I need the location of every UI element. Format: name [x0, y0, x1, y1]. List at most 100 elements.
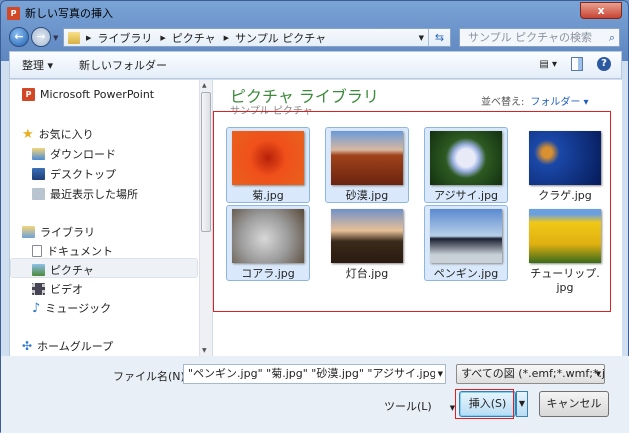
- nav-label: Microsoft PowerPoint: [40, 88, 155, 101]
- file-item[interactable]: 菊.jpg: [226, 127, 310, 203]
- back-button[interactable]: ←: [9, 27, 29, 47]
- scrollbar-thumb[interactable]: [201, 92, 211, 232]
- breadcrumb-libraries[interactable]: ライブラリ: [97, 30, 152, 46]
- forward-button[interactable]: →: [31, 27, 51, 47]
- desktop-icon: [32, 168, 45, 180]
- nav-item-videos[interactable]: ビデオ: [32, 281, 83, 297]
- nav-label: お気に入り: [38, 128, 94, 141]
- insert-picture-dialog: P 新しい写真の挿入 x ← → ▼ ▶ ライブラリ ▶ ピクチャ ▶ サンプル…: [0, 0, 629, 433]
- file-name: 砂漠.jpg: [345, 189, 389, 202]
- file-item[interactable]: クラゲ.jpg: [523, 127, 607, 203]
- file-name: アジサイ.jpg: [433, 189, 499, 202]
- chevron-down-icon: ▼: [595, 370, 601, 378]
- filename-input[interactable]: "ペンギン.jpg" "菊.jpg" "砂漠.jpg" "アジサイ.jpg" "…: [183, 364, 446, 384]
- close-button[interactable]: x: [580, 2, 622, 19]
- search-icon[interactable]: ⌕: [609, 29, 615, 46]
- sort-by: 並べ替え: フォルダー ▾: [481, 93, 589, 108]
- organize-button[interactable]: 整理 ▾: [22, 57, 53, 73]
- file-item[interactable]: 砂漠.jpg: [325, 127, 409, 203]
- cancel-button[interactable]: キャンセル: [539, 391, 609, 417]
- thumbnail-image: [232, 209, 304, 263]
- pictures-icon: [32, 264, 45, 276]
- breadcrumb-sample-pictures[interactable]: サンプル ピクチャ: [235, 30, 326, 46]
- breadcrumb-pictures[interactable]: ピクチャ: [172, 30, 216, 46]
- recent-pages-dropdown[interactable]: ▼: [53, 34, 58, 42]
- file-item[interactable]: 灯台.jpg: [325, 205, 409, 281]
- star-icon: ★: [22, 126, 34, 142]
- nav-item-powerpoint[interactable]: P Microsoft PowerPoint: [22, 88, 154, 101]
- nav-item-desktop[interactable]: デスクトップ: [32, 166, 116, 182]
- nav-item-downloads[interactable]: ダウンロード: [32, 146, 116, 162]
- highlight-annotation: [455, 389, 514, 419]
- thumbnail-image: [529, 131, 601, 185]
- preview-pane-icon[interactable]: [571, 57, 583, 71]
- chevron-right-icon[interactable]: ▶: [224, 34, 229, 42]
- folder-icon: [68, 31, 80, 44]
- file-name: コアラ.jpg: [241, 267, 295, 280]
- nav-label: ライブラリ: [40, 226, 95, 239]
- file-type-value: すべての図 (*.emf;*.wmf;*.j: [461, 367, 605, 380]
- tools-button[interactable]: ツール(L) ▼: [384, 398, 455, 414]
- file-name: ペンギン.jpg: [433, 267, 499, 280]
- tools-label: ツール(L): [384, 400, 432, 413]
- recent-places-icon: [32, 188, 45, 200]
- powerpoint-icon: P: [22, 88, 35, 101]
- thumbnail-image: [430, 209, 502, 263]
- file-item[interactable]: チューリップ.jpg: [523, 205, 607, 297]
- window-title: 新しい写真の挿入: [25, 7, 113, 20]
- view-options-icon[interactable]: ▤ ▾: [539, 59, 557, 70]
- downloads-icon: [32, 148, 45, 160]
- nav-item-pictures[interactable]: ピクチャ: [32, 262, 94, 278]
- search-input[interactable]: サンプル ピクチャの検索 ⌕: [459, 28, 620, 47]
- new-folder-button[interactable]: 新しいフォルダー: [79, 57, 167, 73]
- refresh-icon[interactable]: ⇆: [428, 29, 450, 46]
- sort-dropdown[interactable]: フォルダー ▾: [530, 97, 588, 108]
- nav-item-recent[interactable]: 最近表示した場所: [32, 186, 138, 202]
- thumbnail-image: [331, 131, 403, 185]
- file-name: クラゲ.jpg: [538, 189, 592, 202]
- thumbnail-image: [331, 209, 403, 263]
- file-name: チューリップ.jpg: [530, 267, 600, 294]
- nav-label: ピクチャ: [50, 264, 94, 277]
- nav-item-favorites[interactable]: ★ お気に入り: [22, 126, 94, 142]
- toolbar: 整理 ▾ 新しいフォルダー ▤ ▾ ?: [9, 51, 622, 79]
- filename-value: "ペンギン.jpg" "菊.jpg" "砂漠.jpg" "アジサイ.jpg" "…: [188, 367, 445, 380]
- insert-options-dropdown[interactable]: ▼: [516, 391, 528, 417]
- filename-dropdown[interactable]: ▼: [434, 365, 443, 383]
- help-icon[interactable]: ?: [597, 57, 611, 71]
- address-dropdown[interactable]: ▼: [419, 34, 424, 42]
- nav-label: ビデオ: [50, 283, 83, 296]
- thumbnail-image: [232, 131, 304, 185]
- navigation-pane: P Microsoft PowerPoint ★ お気に入り ダウンロード デスクト…: [9, 80, 212, 356]
- nav-item-music[interactable]: ♪ ミュージック: [32, 300, 111, 316]
- file-item[interactable]: アジサイ.jpg: [424, 127, 508, 203]
- nav-label: デスクトップ: [50, 168, 116, 181]
- file-item[interactable]: コアラ.jpg: [226, 205, 310, 281]
- music-icon: ♪: [32, 300, 41, 316]
- title-bar: P 新しい写真の挿入: [7, 5, 113, 21]
- homegroup-icon: ✣: [22, 339, 33, 353]
- dialog-footer: ファイル名(N): "ペンギン.jpg" "菊.jpg" "砂漠.jpg" "ア…: [1, 356, 629, 433]
- nav-label: ドキュメント: [47, 245, 113, 258]
- nav-label: ホームグループ: [37, 340, 114, 353]
- search-placeholder: サンプル ピクチャの検索: [468, 31, 593, 44]
- sort-label: 並べ替え:: [481, 97, 525, 108]
- nav-label: ダウンロード: [50, 148, 116, 161]
- nav-label: 最近表示した場所: [50, 188, 138, 201]
- documents-icon: [32, 245, 42, 257]
- scroll-down-icon[interactable]: ▼: [202, 347, 207, 354]
- navigation-scrollbar[interactable]: ▲ ▼: [199, 80, 212, 356]
- scroll-up-icon[interactable]: ▲: [202, 82, 207, 89]
- nav-item-documents[interactable]: ドキュメント: [32, 243, 113, 259]
- file-type-select[interactable]: すべての図 (*.emf;*.wmf;*.j ▼: [456, 364, 605, 384]
- nav-label: ミュージック: [45, 302, 112, 315]
- nav-item-homegroup[interactable]: ✣ ホームグループ: [22, 338, 113, 354]
- chevron-right-icon[interactable]: ▶: [86, 34, 91, 42]
- nav-item-libraries[interactable]: ライブラリ: [22, 224, 95, 240]
- libraries-icon: [22, 226, 35, 238]
- file-item[interactable]: ペンギン.jpg: [424, 205, 508, 281]
- address-bar[interactable]: ▶ ライブラリ ▶ ピクチャ ▶ サンプル ピクチャ ▼ ⇆: [63, 28, 451, 47]
- thumbnail-image: [529, 209, 601, 263]
- powerpoint-icon: P: [7, 6, 20, 20]
- chevron-right-icon[interactable]: ▶: [160, 34, 165, 42]
